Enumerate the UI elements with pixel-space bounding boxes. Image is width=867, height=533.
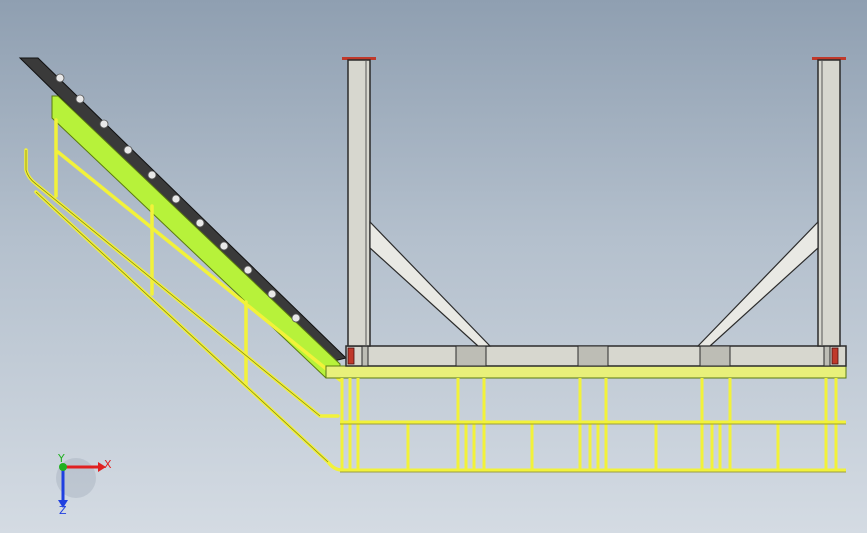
deck-green-band <box>325 365 847 379</box>
cad-model-view[interactable]: X Y Z <box>0 0 867 533</box>
coordinate-triad[interactable]: X Y Z <box>56 452 112 517</box>
y-axis-label: Y <box>57 452 65 465</box>
left-column[interactable] <box>342 57 492 347</box>
graphics-viewport[interactable]: X Y Z <box>0 0 867 533</box>
stair-side-stringer <box>51 95 341 379</box>
left-brace <box>369 220 492 347</box>
stair-assembly[interactable] <box>18 57 347 472</box>
right-column[interactable] <box>696 57 846 347</box>
platform-deck[interactable] <box>325 345 847 379</box>
x-axis-label: X <box>104 458 112 471</box>
z-axis-label: Z <box>59 504 67 517</box>
stair-handrail <box>24 118 344 472</box>
right-brace <box>696 220 819 347</box>
